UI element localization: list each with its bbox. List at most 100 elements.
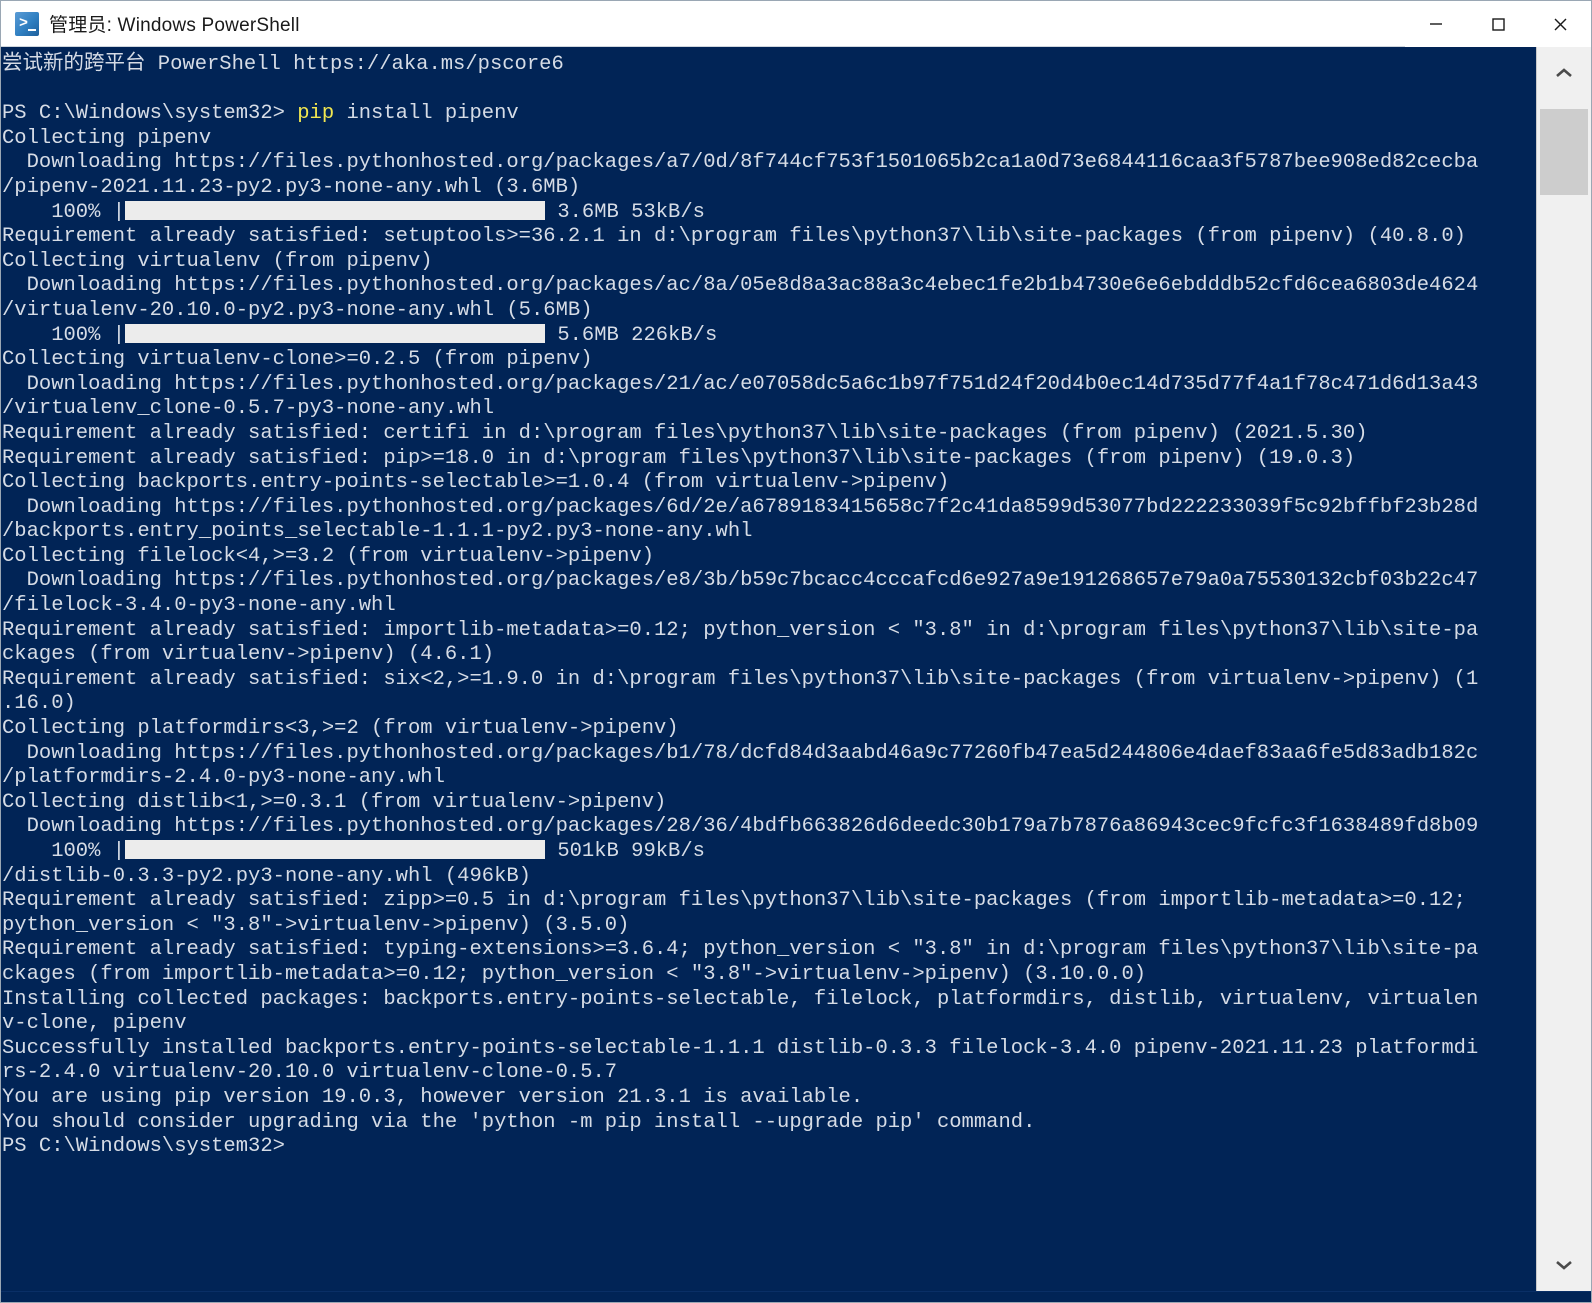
line-text: /virtualenv-20.10.0-py2.py3-none-any.whl…: [2, 298, 593, 322]
line-text: Downloading https://files.pythonhosted.o…: [2, 274, 1479, 298]
terminal-line: Collecting virtualenv (from pipenv): [2, 250, 1536, 275]
terminal-line: ckages (from importlib-metadata>=0.12; p…: [2, 963, 1536, 988]
terminal-line: Installing collected packages: backports…: [2, 988, 1536, 1013]
scroll-down-button[interactable]: [1537, 1239, 1591, 1291]
terminal-line: Collecting platformdirs<3,>=2 (from virt…: [2, 717, 1536, 742]
line-text: Collecting virtualenv (from pipenv): [2, 249, 433, 273]
maximize-icon: [1492, 17, 1505, 31]
progress-bar-fill: [125, 323, 546, 343]
progress-stats: 501kB 99kB/s: [545, 840, 705, 863]
terminal-line: Downloading https://files.pythonhosted.o…: [2, 815, 1536, 840]
terminal-banner: 尝试新的跨平台 PowerShell https://aka.ms/pscore…: [2, 53, 1536, 78]
terminal-line: Requirement already satisfied: certifi i…: [2, 422, 1536, 447]
prompt-text: PS C:\Windows\system32>: [2, 102, 298, 126]
vertical-scrollbar[interactable]: [1536, 47, 1591, 1291]
terminal-line: Collecting virtualenv-clone>=0.2.5 (from…: [2, 348, 1536, 373]
terminal-line: python_version < "3.8"->virtualenv->pipe…: [2, 914, 1536, 939]
window-controls: [1405, 0, 1591, 47]
terminal-line: /platformdirs-2.4.0-py3-none-any.whl: [2, 766, 1536, 791]
terminal-final-prompt: PS C:\Windows\system32>: [2, 1135, 1536, 1160]
terminal-progress-line: 100% | 501kB 99kB/s: [2, 840, 1536, 865]
close-button[interactable]: [1529, 0, 1591, 47]
terminal-command-line: PS C:\Windows\system32> pip install pipe…: [2, 102, 1536, 127]
close-icon: [1554, 18, 1567, 30]
terminal-line: You should consider upgrading via the 'p…: [2, 1111, 1536, 1136]
banner-text: 尝试新的跨平台 PowerShell https://aka.ms/pscore…: [2, 53, 564, 76]
line-text: Collecting distlib<1,>=0.3.1 (from virtu…: [2, 790, 667, 814]
terminal-line: /virtualenv_clone-0.5.7-py3-none-any.whl: [2, 397, 1536, 422]
line-text: Requirement already satisfied: importlib…: [2, 618, 1479, 642]
terminal-line: Downloading https://files.pythonhosted.o…: [2, 373, 1536, 398]
progress-percent: 100% |: [2, 840, 126, 863]
progress-percent: 100% |: [2, 200, 126, 224]
line-text: /backports.entry_points_selectable-1.1.1…: [2, 520, 753, 544]
line-text: Collecting platformdirs<3,>=2 (from virt…: [2, 717, 679, 741]
window-title: 管理员: Windows PowerShell: [49, 15, 300, 36]
terminal-line: Requirement already satisfied: six<2,>=1…: [2, 668, 1536, 693]
terminal-line: Downloading https://files.pythonhosted.o…: [2, 151, 1536, 176]
line-text: Requirement already satisfied: typing-ex…: [2, 938, 1479, 962]
chevron-down-icon: [1556, 1261, 1572, 1270]
progress-percent: 100% |: [2, 323, 126, 347]
terminal-line: Successfully installed backports.entry-p…: [2, 1037, 1536, 1062]
line-text: Requirement already satisfied: pip>=18.0…: [2, 446, 1356, 470]
line-text: .16.0): [2, 692, 76, 716]
terminal-progress-line: 100% | 5.6MB 226kB/s: [2, 323, 1536, 349]
terminal-line: You are using pip version 19.0.3, howeve…: [2, 1086, 1536, 1111]
scrollbar-thumb[interactable]: [1540, 109, 1588, 195]
terminal-line: Downloading https://files.pythonhosted.o…: [2, 569, 1536, 594]
line-text: Requirement already satisfied: setuptool…: [2, 225, 1466, 249]
line-text: Requirement already satisfied: six<2,>=1…: [2, 667, 1479, 691]
line-text: Downloading https://files.pythonhosted.o…: [2, 495, 1479, 519]
line-text: You should consider upgrading via the 'p…: [2, 1110, 1036, 1134]
line-text: Successfully installed backports.entry-p…: [2, 1036, 1479, 1060]
terminal-line: Downloading https://files.pythonhosted.o…: [2, 496, 1536, 521]
terminal-line: /distlib-0.3.3-py2.py3-none-any.whl (496…: [2, 865, 1536, 890]
line-text: ckages (from virtualenv->pipenv) (4.6.1): [2, 643, 495, 667]
powershell-window: 管理员: Windows PowerShell 尝试新的: [0, 0, 1592, 1303]
line-text: /distlib-0.3.3-py2.py3-none-any.whl (496…: [2, 864, 531, 888]
line-text: Installing collected packages: backports…: [2, 987, 1479, 1011]
line-text: rs-2.4.0 virtualenv-20.10.0 virtualenv-c…: [2, 1061, 618, 1085]
command-args: install pipenv: [334, 102, 519, 126]
progress-stats: 3.6MB 53kB/s: [545, 200, 705, 224]
line-text: v-clone, pipenv: [2, 1012, 187, 1036]
terminal-line: /filelock-3.4.0-py3-none-any.whl: [2, 594, 1536, 619]
window-bottom-edge: [1, 1291, 1591, 1302]
terminal-line: Collecting pipenv: [2, 127, 1536, 152]
scroll-up-button[interactable]: [1537, 47, 1591, 99]
line-text: Downloading https://files.pythonhosted.o…: [2, 815, 1479, 839]
terminal-output[interactable]: 尝试新的跨平台 PowerShell https://aka.ms/pscore…: [1, 47, 1536, 1291]
terminal-line: v-clone, pipenv: [2, 1012, 1536, 1037]
terminal-line: Requirement already satisfied: typing-ex…: [2, 938, 1536, 963]
line-text: python_version < "3.8"->virtualenv->pipe…: [2, 913, 630, 937]
line-text: Downloading https://files.pythonhosted.o…: [2, 741, 1479, 765]
line-text: Collecting virtualenv-clone>=0.2.5 (from…: [2, 348, 593, 372]
terminal-line: /backports.entry_points_selectable-1.1.1…: [2, 520, 1536, 545]
terminal-line: rs-2.4.0 virtualenv-20.10.0 virtualenv-c…: [2, 1061, 1536, 1086]
line-text: You are using pip version 19.0.3, howeve…: [2, 1085, 864, 1109]
maximize-button[interactable]: [1467, 0, 1529, 47]
line-text: /filelock-3.4.0-py3-none-any.whl: [2, 594, 396, 618]
powershell-icon: [15, 11, 39, 36]
line-text: Collecting pipenv: [2, 126, 212, 150]
scrollbar-track[interactable]: [1537, 99, 1591, 1239]
terminal-line: Requirement already satisfied: zipp>=0.5…: [2, 889, 1536, 914]
final-prompt-text: PS C:\Windows\system32>: [2, 1135, 285, 1159]
terminal-progress-line: 100% | 3.6MB 53kB/s: [2, 200, 1536, 226]
chevron-up-icon: [1556, 68, 1572, 77]
terminal-line: Collecting filelock<4,>=3.2 (from virtua…: [2, 545, 1536, 570]
terminal-line: Downloading https://files.pythonhosted.o…: [2, 274, 1536, 299]
terminal-line: Downloading https://files.pythonhosted.o…: [2, 742, 1536, 767]
line-text: Requirement already satisfied: certifi i…: [2, 421, 1368, 445]
minimize-button[interactable]: [1405, 0, 1467, 47]
command-keyword: pip: [297, 102, 335, 126]
line-text: /virtualenv_clone-0.5.7-py3-none-any.whl: [2, 397, 495, 421]
terminal-line: /virtualenv-20.10.0-py2.py3-none-any.whl…: [2, 299, 1536, 324]
progress-stats: 5.6MB 226kB/s: [545, 323, 718, 347]
line-text: /pipenv-2021.11.23-py2.py3-none-any.whl …: [2, 175, 581, 199]
line-text: Downloading https://files.pythonhosted.o…: [2, 569, 1479, 593]
console-area: 尝试新的跨平台 PowerShell https://aka.ms/pscore…: [1, 47, 1591, 1291]
title-bar[interactable]: 管理员: Windows PowerShell: [1, 0, 1591, 47]
